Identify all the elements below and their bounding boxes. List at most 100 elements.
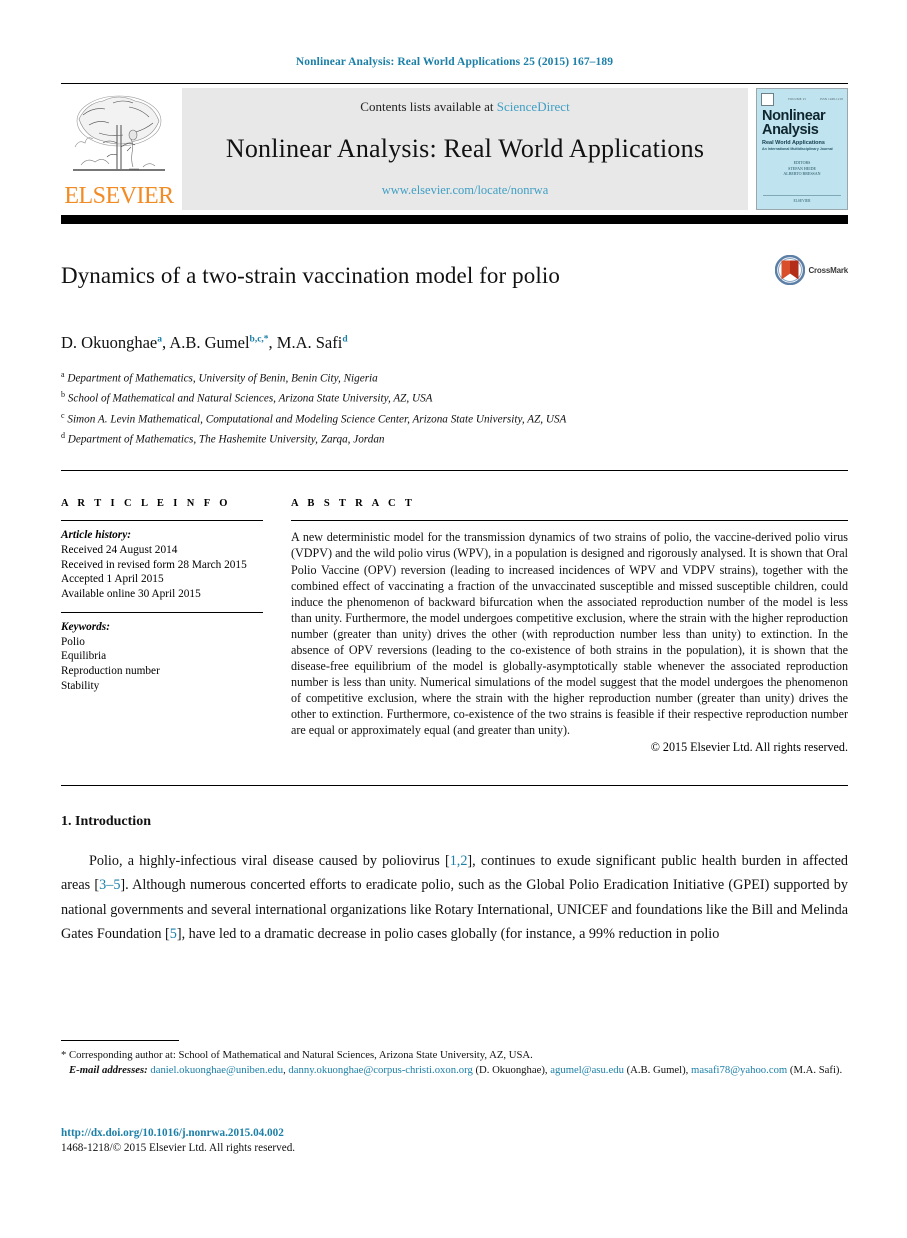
title-block: CrossMark Dynamics of a two-strain vacci… (61, 255, 848, 314)
cover-editors: EDITORS STEFAN HEIDE ALBERTO BRESSAN (762, 160, 842, 176)
cover-editor-2: ALBERTO BRESSAN (783, 171, 821, 177)
affiliation-a-marker: a (61, 370, 65, 379)
affiliation-list: a Department of Mathematics, University … (61, 367, 848, 448)
issn-prefix: 1468-1218/ (61, 1142, 113, 1154)
affiliation-d-marker: d (61, 430, 65, 440)
email-link-4[interactable]: masafi78@yahoo.com (691, 1064, 787, 1076)
affiliation-a-text: Department of Mathematics, University of… (67, 372, 378, 385)
info-abstract-region: A R T I C L E I N F O Article history: R… (61, 498, 848, 754)
journal-cover-thumbnail[interactable]: VOLUME 25 ISSN 1468-1218 Nonlinear Analy… (756, 88, 848, 210)
contents-prefix: Contents lists available at (360, 99, 497, 114)
page-title: Dynamics of a two-strain vaccination mod… (61, 263, 560, 288)
author-1-affiliation-marker[interactable]: a (157, 335, 162, 345)
affiliation-b-text: School of Mathematical and Natural Scien… (67, 393, 433, 406)
page-content: Nonlinear Analysis: Real World Applicati… (61, 0, 848, 947)
keyword-item[interactable]: Reproduction number (61, 664, 263, 679)
cover-bottom-rule (763, 195, 841, 196)
divider-below-abstract (61, 784, 848, 786)
footnote-region: * Corresponding author at: School of Mat… (61, 1040, 848, 1078)
affiliation-b: b School of Mathematical and Natural Sci… (61, 387, 848, 407)
author-list: D. Okuonghaea, A.B. Gumelb,c,*, M.A. Saf… (61, 333, 848, 353)
affiliation-d-text: Department of Mathematics, The Hashemite… (67, 433, 385, 446)
paragraph-text: Polio, a highly-infectious viral disease… (89, 852, 450, 869)
cover-bottom: ELSEVIER (763, 195, 841, 203)
contents-available-line: Contents lists available at ScienceDirec… (360, 99, 569, 115)
author-2: A.B. Gumelb,c,*, (169, 333, 273, 352)
author-2-affiliation-marker[interactable]: b,c,* (250, 335, 269, 345)
masthead-black-bar (61, 215, 848, 224)
footnote-rule (61, 1040, 179, 1041)
article-history: Article history: Received 24 August 2014… (61, 528, 263, 601)
author-3-affiliation-marker[interactable]: d (342, 335, 347, 345)
cover-bottom-logo: ELSEVIER (793, 199, 811, 203)
keywords-heading: Keywords: (61, 621, 110, 634)
elsevier-tree-icon (73, 95, 165, 171)
affiliation-c: c Simon A. Levin Mathematical, Computati… (61, 408, 848, 428)
introduction-paragraph: Polio, a highly-infectious viral disease… (61, 849, 848, 947)
citation-link[interactable]: 1,2 (450, 853, 468, 869)
keywords-block: Keywords: Polio Equilibria Reproduction … (61, 620, 263, 693)
history-item: Accepted 1 April 2015 (61, 573, 164, 586)
footnote-text: * Corresponding author at: School of Mat… (61, 1048, 848, 1078)
author-1: D. Okuonghaea, (61, 333, 167, 352)
sciencedirect-link[interactable]: ScienceDirect (497, 99, 570, 114)
email-addresses-line: E-mail addresses: daniel.okuonghae@unibe… (69, 1064, 843, 1076)
article-history-heading: Article history: (61, 529, 131, 542)
cover-subtitle: Real World Applications (762, 140, 825, 146)
running-head: Nonlinear Analysis: Real World Applicati… (295, 56, 614, 68)
citation-link[interactable]: 3–5 (99, 877, 120, 893)
citation-link[interactable]: 5 (170, 926, 177, 942)
abstract-label: A B S T R A C T (291, 498, 416, 510)
journal-url-link[interactable]: www.elsevier.com/locate/nonrwa (382, 183, 549, 198)
email-owner-2: (A.B. Gumel), (626, 1064, 689, 1076)
issn-copyright-line: 1468-1218/© 2015 Elsevier Ltd. All right… (61, 1141, 295, 1156)
doi-region: http://dx.doi.org/10.1016/j.nonrwa.2015.… (61, 1126, 295, 1156)
history-item: Received in revised form 28 March 2015 (61, 558, 247, 571)
journal-masthead: ELSEVIER Contents lists available at Sci… (61, 88, 848, 210)
history-item: Available online 30 April 2015 (61, 587, 201, 600)
article-info-rule (61, 520, 263, 522)
email-owner-1: (D. Okuonghae), (475, 1064, 548, 1076)
email-link-3[interactable]: agumel@asu.edu (550, 1064, 624, 1076)
paragraph-text: ], have led to a dramatic decrease in po… (176, 926, 720, 943)
author-1-name: D. Okuonghae (61, 333, 158, 352)
history-item: Received 24 August 2014 (61, 543, 178, 556)
divider-above-abstract (61, 470, 848, 472)
keyword-item[interactable]: Equilibria (61, 649, 263, 664)
email-owner-3: (M.A. Safi). (789, 1064, 843, 1076)
article-info-column: A R T I C L E I N F O Article history: R… (61, 498, 291, 754)
section-heading-introduction: 1. Introduction (61, 813, 151, 829)
email-addresses-label: E-mail addresses: (69, 1064, 148, 1076)
email-link-1[interactable]: daniel.okuonghae@uniben.edu (150, 1064, 283, 1076)
corresponding-author-note: * Corresponding author at: School of Mat… (61, 1049, 533, 1061)
email-link-2[interactable]: danny.okuonghae@corpus-christi.oxon.org (288, 1064, 472, 1076)
author-3-name: M.A. Safi (276, 333, 343, 352)
masthead-center-panel: Contents lists available at ScienceDirec… (182, 88, 748, 210)
crossmark-badge[interactable]: CrossMark (775, 255, 848, 285)
affiliation-b-marker: b (61, 390, 65, 400)
cover-meta-left: VOLUME 25 (787, 97, 807, 101)
article-info-label: A R T I C L E I N F O (61, 498, 231, 510)
doi-link[interactable]: http://dx.doi.org/10.1016/j.nonrwa.2015.… (61, 1126, 295, 1141)
masthead-top-rule (61, 83, 848, 84)
affiliation-d: d Department of Mathematics, The Hashemi… (61, 428, 848, 448)
abstract-copyright: © 2015 Elsevier Ltd. All rights reserved… (650, 739, 848, 754)
elsevier-logo: ELSEVIER (61, 88, 177, 210)
keyword-item[interactable]: Stability (61, 679, 263, 694)
cover-main: Nonlinear Analysis Real World Applicatio… (762, 109, 842, 177)
elsevier-wordmark: ELSEVIER (64, 183, 174, 209)
cover-meta-right: ISSN 1468-1218 (819, 97, 843, 101)
cover-topbar: VOLUME 25 ISSN 1468-1218 (761, 92, 843, 106)
issn-copyright: © 2015 Elsevier Ltd. All rights reserved… (112, 1142, 296, 1154)
keyword-item[interactable]: Polio (61, 635, 263, 650)
affiliation-c-text: Simon A. Levin Mathematical, Computation… (67, 413, 567, 426)
cover-title-line1: Nonlinear (762, 108, 826, 124)
cover-subtitle2: An International Multidisciplinary Journ… (762, 147, 833, 151)
crossmark-label: CrossMark (808, 265, 848, 275)
affiliation-a: a Department of Mathematics, University … (61, 367, 848, 387)
paper-page: Nonlinear Analysis: Real World Applicati… (0, 0, 907, 1238)
keywords-rule (61, 612, 263, 614)
author-3: M.A. Safid (277, 333, 348, 352)
affiliation-c-marker: c (61, 410, 65, 420)
abstract-rule (291, 520, 848, 522)
